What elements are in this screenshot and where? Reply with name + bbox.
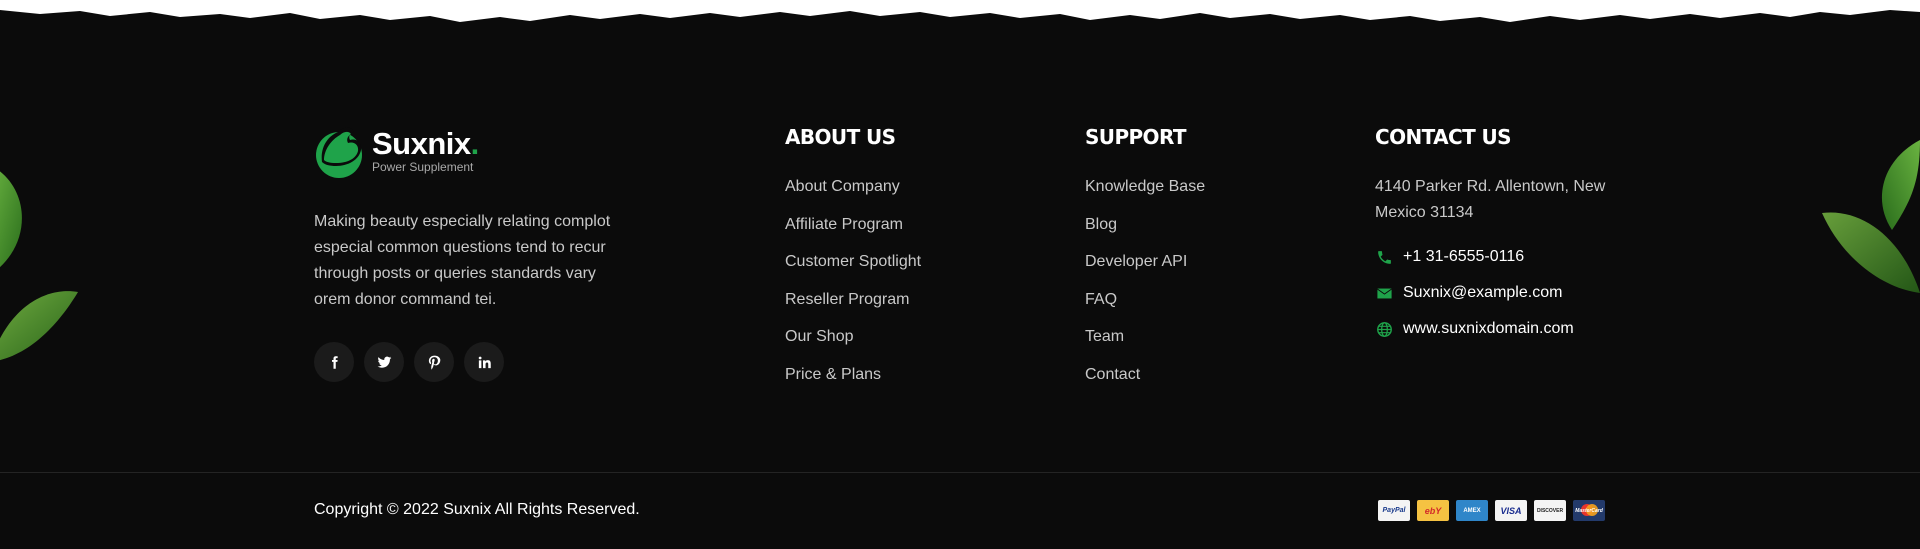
contact-address: 4140 Parker Rd. Allentown, New Mexico 31…: [1375, 178, 1606, 221]
contact-website-text: www.suxnixdomain.com: [1403, 320, 1574, 337]
muscle-arm-logo-icon: [316, 127, 362, 178]
site-footer: Suxnix. Power Supplement Making beauty e…: [0, 0, 1920, 549]
contact-email-text: Suxnix@example.com: [1403, 284, 1563, 301]
facebook-button[interactable]: [314, 342, 354, 382]
footer-link-price-plans[interactable]: Price & Plans: [785, 365, 921, 385]
paypal-icon: PayPal: [1378, 500, 1410, 521]
social-links: [314, 342, 504, 382]
globe-icon: [1375, 320, 1393, 338]
ebay-icon: ebY: [1417, 500, 1449, 521]
footer-link-about-company[interactable]: About Company: [785, 177, 921, 197]
contact-column: CONTACT US 4140 Parker Rd. Allentown, Ne…: [1375, 124, 1635, 338]
discover-icon: DISCOVER: [1534, 500, 1566, 521]
support-column: SUPPORT Knowledge Base Blog Developer AP…: [1085, 124, 1205, 402]
contact-us-heading: CONTACT US: [1375, 125, 1512, 149]
footer-divider: [0, 472, 1920, 473]
about-description: Making beauty especially relating complo…: [314, 213, 611, 308]
footer-link-customer-spotlight[interactable]: Customer Spotlight: [785, 252, 921, 272]
contact-phone-text: +1 31-6555-0116: [1403, 248, 1525, 265]
pinterest-icon: [428, 355, 440, 370]
envelope-icon: [1375, 284, 1393, 302]
footer-link-our-shop[interactable]: Our Shop: [785, 327, 921, 347]
about-us-column: ABOUT US About Company Affiliate Program…: [785, 124, 921, 402]
twitter-button[interactable]: [364, 342, 404, 382]
amex-icon: AMEX: [1456, 500, 1488, 521]
footer-link-reseller-program[interactable]: Reseller Program: [785, 290, 921, 310]
footer-link-affiliate-program[interactable]: Affiliate Program: [785, 215, 921, 235]
footer-link-contact[interactable]: Contact: [1085, 365, 1205, 385]
mastercard-icon: MasterCard: [1573, 500, 1605, 521]
brand-logo[interactable]: Suxnix. Power Supplement: [314, 122, 479, 180]
pinterest-button[interactable]: [414, 342, 454, 382]
contact-phone[interactable]: +1 31-6555-0116: [1375, 248, 1635, 266]
payment-methods: PayPal ebY AMEX VISA DISCOVER MasterCard: [1378, 500, 1605, 521]
contact-email[interactable]: Suxnix@example.com: [1375, 284, 1635, 302]
footer-link-faq[interactable]: FAQ: [1085, 290, 1205, 310]
contact-website[interactable]: www.suxnixdomain.com: [1375, 320, 1635, 338]
about-us-heading: ABOUT US: [785, 125, 896, 149]
facebook-icon: [331, 355, 338, 369]
brand-name: Suxnix.: [372, 125, 479, 161]
footer-link-developer-api[interactable]: Developer API: [1085, 252, 1205, 272]
support-heading: SUPPORT: [1085, 125, 1187, 149]
twitter-icon: [377, 356, 391, 368]
footer-link-knowledge-base[interactable]: Knowledge Base: [1085, 177, 1205, 197]
linkedin-icon: [478, 356, 491, 368]
phone-icon: [1375, 248, 1393, 266]
brand-tagline: Power Supplement: [372, 159, 474, 174]
linkedin-button[interactable]: [464, 342, 504, 382]
footer-link-team[interactable]: Team: [1085, 327, 1205, 347]
copyright-text: Copyright © 2022 Suxnix All Rights Reser…: [314, 501, 640, 518]
footer-link-blog[interactable]: Blog: [1085, 215, 1205, 235]
visa-icon: VISA: [1495, 500, 1527, 521]
